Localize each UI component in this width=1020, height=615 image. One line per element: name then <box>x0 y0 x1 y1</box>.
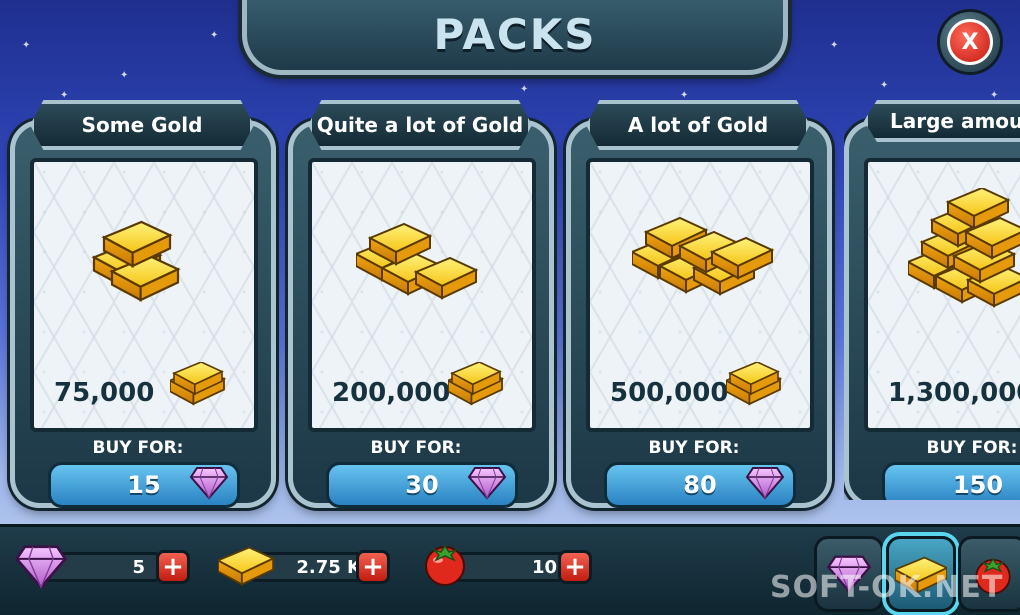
add-food-button[interactable]: + <box>558 550 592 584</box>
price-label: 150 <box>952 471 1004 499</box>
pack-title: Quite a lot of Gold <box>308 100 532 150</box>
pack-title: Some Gold <box>30 100 254 150</box>
gem-icon <box>15 545 67 589</box>
close-icon: X <box>947 19 993 65</box>
pack-amount: 200,000 <box>332 378 451 408</box>
buy-for-label: BUY FOR: <box>926 438 1018 458</box>
tab-food[interactable] <box>958 536 1020 612</box>
tab-gold[interactable] <box>886 536 956 612</box>
pack-panel: 500,000 <box>586 158 814 432</box>
buy-for-label: BUY FOR: <box>648 438 740 458</box>
price-label: 30 <box>405 471 439 499</box>
buy-for-label: BUY FOR: <box>370 438 462 458</box>
buy-button[interactable]: 150 <box>882 462 1020 500</box>
pack-card-large-amount[interactable]: Large amount of 1,300,000 BUY FOR: 150 <box>844 100 1020 500</box>
pack-amount: 500,000 <box>610 378 729 408</box>
gold-counter: 2.75 K + <box>218 546 398 586</box>
pack-panel: 200,000 <box>308 158 536 432</box>
close-button[interactable]: X <box>940 12 1000 72</box>
gold-bar-icon <box>895 556 947 594</box>
pack-title: A lot of Gold <box>586 100 810 150</box>
pack-amount: 1,300,000 <box>888 378 1020 408</box>
gold-bar-icon <box>726 362 781 405</box>
buy-for-label: BUY FOR: <box>92 438 184 458</box>
tab-gems[interactable] <box>814 536 884 612</box>
gold-bar-icon <box>448 362 503 405</box>
page-title: PACKS <box>433 9 597 59</box>
pack-card-some-gold[interactable]: Some Gold 75,000 BUY FOR: 15 <box>10 100 276 508</box>
gem-icon <box>827 555 871 593</box>
gem-icon <box>190 467 228 499</box>
gold-pile-icon <box>632 217 773 295</box>
buy-button[interactable]: 15 <box>48 462 240 508</box>
gold-pile-icon <box>356 223 477 299</box>
food-counter: 10 + <box>420 544 600 586</box>
pack-card-a-lot-of-gold[interactable]: A lot of Gold 500,000 BUY FOR: 80 <box>566 100 832 508</box>
gold-pile-icon <box>908 188 1020 307</box>
gem-icon <box>468 467 506 499</box>
add-gold-button[interactable]: + <box>356 550 390 584</box>
price-label: 80 <box>683 471 717 499</box>
gold-bar-icon <box>218 546 275 586</box>
pack-panel: 1,300,000 <box>864 158 1020 432</box>
add-gems-button[interactable]: + <box>156 550 190 584</box>
packs-header: PACKS <box>242 0 788 75</box>
pack-amount: 75,000 <box>54 378 155 408</box>
price-label: 15 <box>127 471 161 499</box>
pack-title: Large amount of <box>864 100 1020 142</box>
tomato-icon <box>425 544 465 586</box>
pack-panel: 75,000 <box>30 158 258 432</box>
buy-button[interactable]: 30 <box>326 462 518 508</box>
buy-button[interactable]: 80 <box>604 462 796 508</box>
pack-card-quite-a-lot-of-gold[interactable]: Quite a lot of Gold 200,000 BUY FOR: 30 <box>288 100 554 508</box>
gem-icon <box>746 467 784 499</box>
gems-counter: 5 + <box>14 545 194 589</box>
gold-bar-icon <box>170 362 225 405</box>
tomato-icon <box>975 557 1011 595</box>
gold-pile-icon <box>92 220 180 302</box>
